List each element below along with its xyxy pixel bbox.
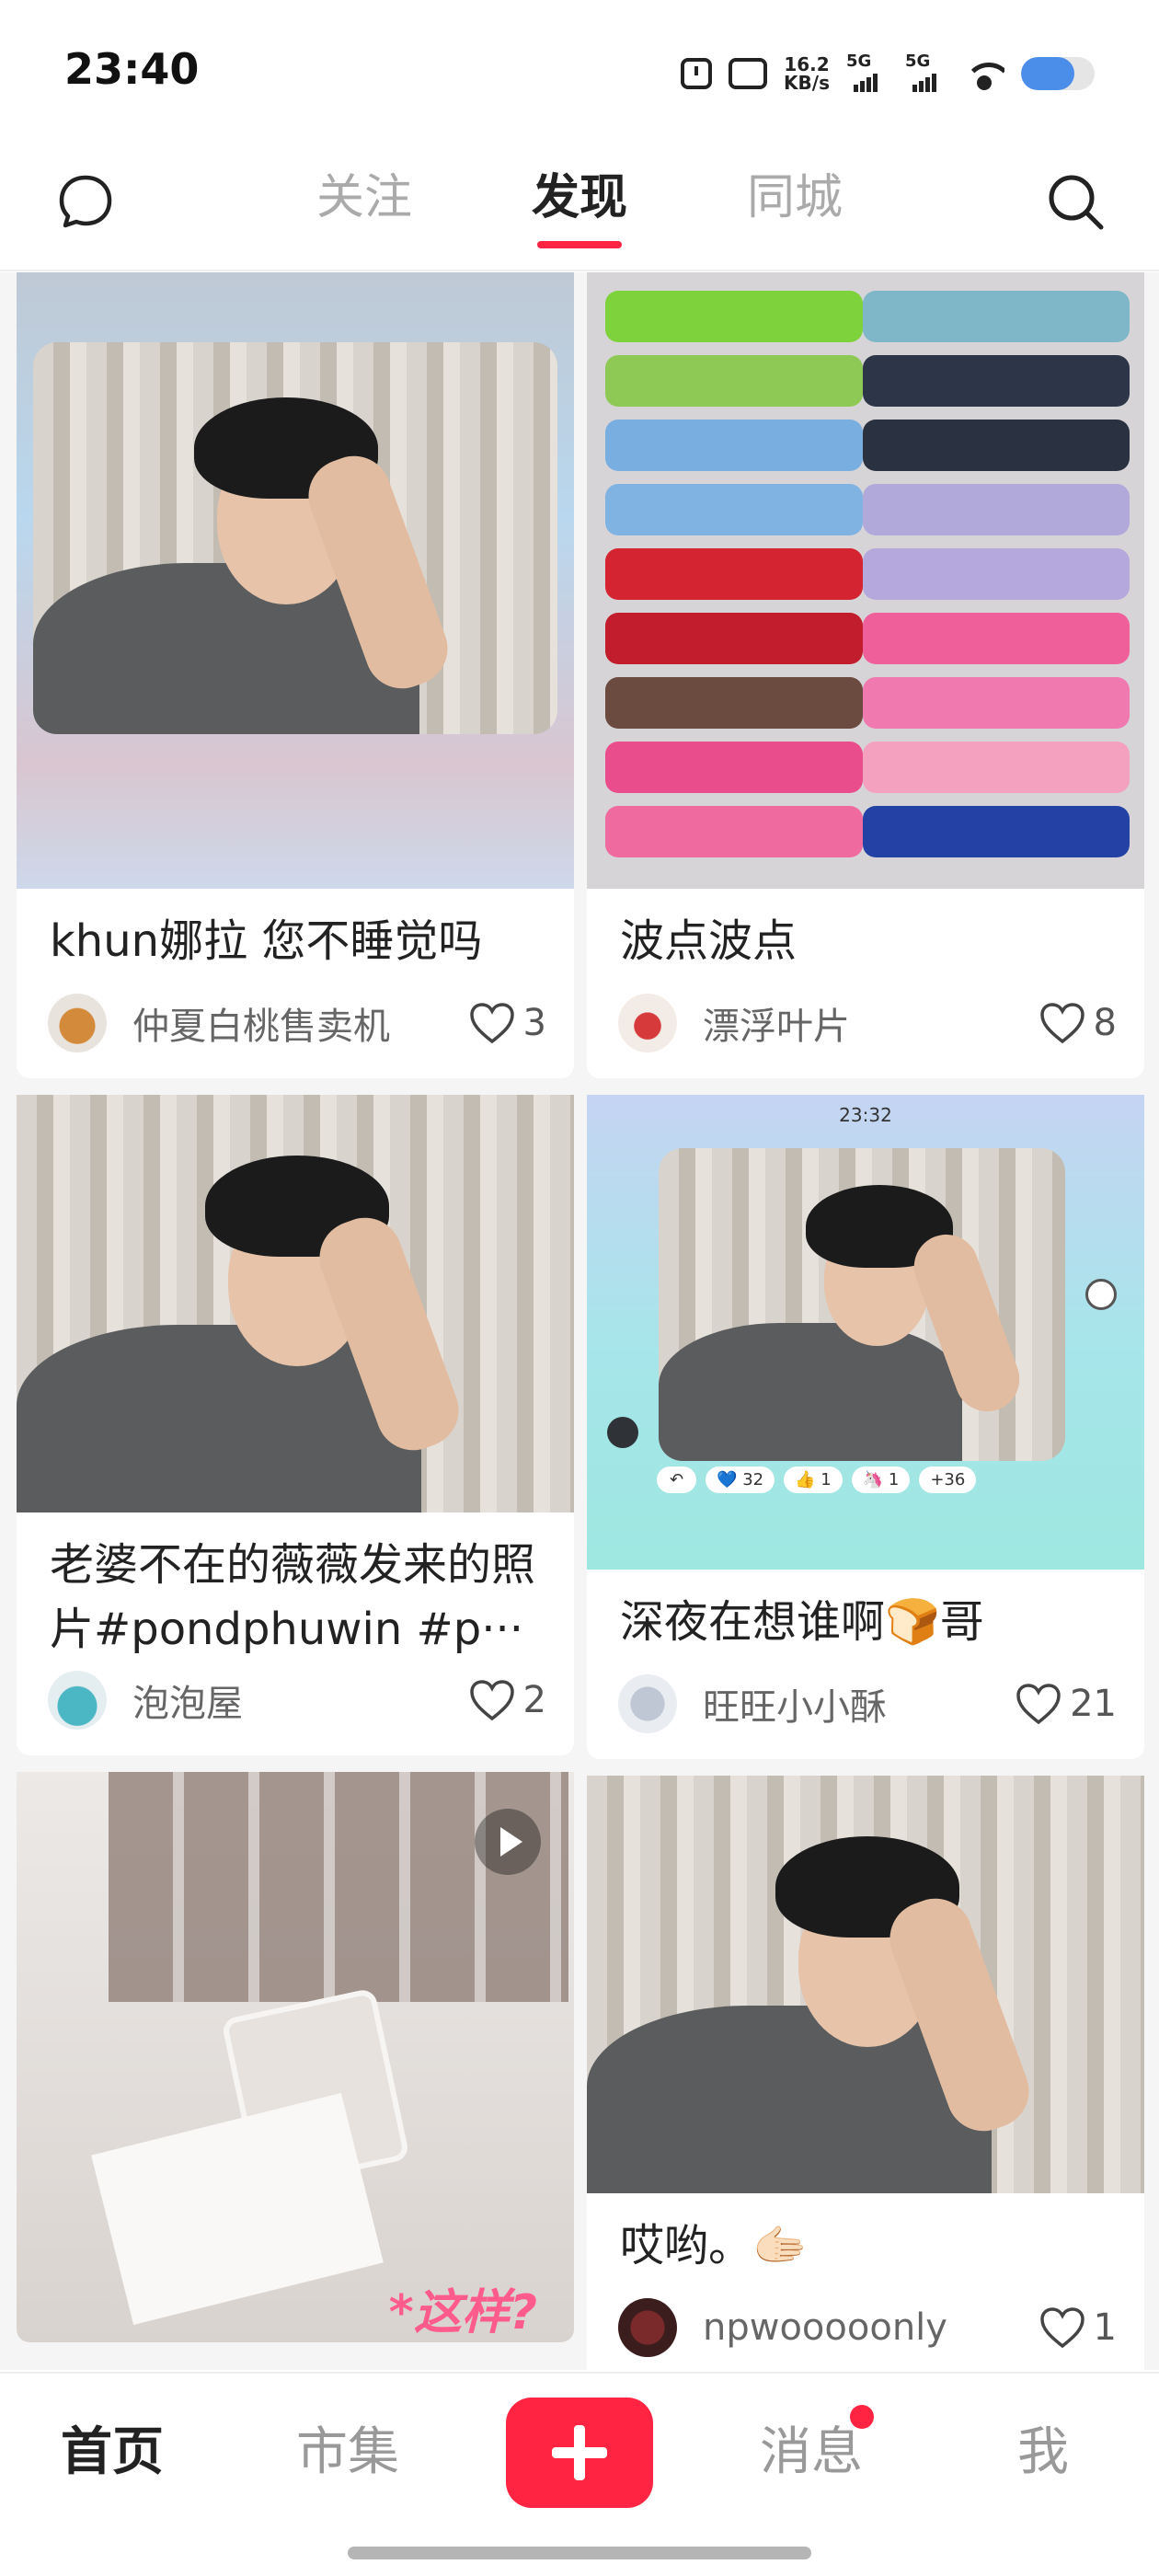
author-name[interactable]: 漂浮叶片 — [703, 996, 1039, 1050]
photo-frame — [33, 342, 557, 734]
signal-sim2-icon: 5G — [905, 52, 947, 92]
feed[interactable]: khun娜拉 您不睡觉吗 仲夏白桃售卖机 3 老婆不在的薇薇发来的照片#pond… — [0, 272, 1159, 2370]
reaction-chip: 👍 1 — [784, 1466, 843, 1493]
heart-icon — [469, 1003, 514, 1044]
like-button[interactable]: 21 — [1015, 1682, 1117, 1726]
note-cover-image — [587, 272, 1144, 889]
note-meta: 漂浮叶片 8 — [587, 983, 1144, 1078]
sender-avatar — [607, 1417, 638, 1448]
reaction-chip: 💙 32 — [706, 1466, 775, 1493]
note-card[interactable]: 老婆不在的薇薇发来的照片#pondphuwin #p··· 泡泡屋 2 — [17, 1095, 574, 1755]
note-title: 波点波点 — [620, 915, 798, 967]
author-name[interactable]: 旺旺小小酥 — [703, 1677, 1015, 1731]
tab-discover[interactable]: 发现 — [532, 166, 627, 248]
bottom-nav: 首页 市集 消息 我 — [0, 2372, 1159, 2576]
heart-icon — [469, 1680, 514, 1721]
status-time: 23:40 — [64, 44, 200, 94]
note-meta: npwooooonly 1 — [587, 2287, 1144, 2370]
note-title: 哎哟。🫱🏻 — [620, 2220, 808, 2271]
like-count: 1 — [1093, 2306, 1117, 2349]
nav-me[interactable]: 我 — [1017, 2410, 1069, 2485]
avatar[interactable] — [618, 1674, 677, 1733]
note-cover-image — [17, 272, 574, 889]
like-count: 21 — [1070, 1683, 1117, 1725]
author-name[interactable]: 仲夏白桃售卖机 — [132, 996, 468, 1050]
avatar[interactable] — [618, 2298, 677, 2357]
home-indicator[interactable] — [348, 2547, 811, 2559]
feed-column-right: 波点波点 漂浮叶片 8 23:32 ↶ 💙 32 👍 1 🦄 1 +36 深夜在… — [587, 272, 1144, 2370]
add-reaction-icon — [1085, 1279, 1117, 1310]
like-button[interactable]: 1 — [1039, 2306, 1117, 2350]
like-button[interactable]: 8 — [1039, 1001, 1117, 1045]
note-cover-image — [587, 1776, 1144, 2193]
note-card[interactable]: khun娜拉 您不睡觉吗 仲夏白桃售卖机 3 — [17, 272, 574, 1078]
top-nav: 关注 发现 同城 — [0, 138, 1159, 271]
note-meta: 仲夏白桃售卖机 3 — [17, 983, 574, 1078]
tab-follow[interactable]: 关注 — [316, 166, 412, 248]
like-count: 3 — [522, 1002, 546, 1044]
heart-icon — [1039, 2307, 1084, 2349]
video-play-icon — [475, 1809, 541, 1875]
note-meta: 旺旺小小酥 21 — [587, 1663, 1144, 1759]
like-button[interactable]: 2 — [468, 1678, 546, 1722]
feed-tabs: 关注 发现 同城 — [0, 166, 1159, 248]
avatar[interactable] — [48, 1671, 107, 1730]
note-title: 老婆不在的薇薇发来的照片#pondphuwin #p··· — [50, 1539, 536, 1655]
heart-icon — [1039, 1003, 1084, 1044]
status-icons: 16.2 KB/s 5G 5G — [681, 46, 1095, 101]
photo-frame — [659, 1148, 1065, 1461]
unread-badge — [850, 2405, 874, 2429]
reaction-chip: 🦄 1 — [851, 1466, 911, 1493]
reply-icon: ↶ — [657, 1466, 697, 1493]
heart-icon — [1016, 1684, 1061, 1725]
add-post-button[interactable] — [506, 2398, 653, 2508]
feed-column-left: khun娜拉 您不睡觉吗 仲夏白桃售卖机 3 老婆不在的薇薇发来的照片#pond… — [17, 272, 574, 2359]
search-icon[interactable] — [1045, 171, 1106, 232]
alarm-icon — [681, 58, 713, 89]
net-speed: 16.2 KB/s — [784, 53, 830, 94]
note-meta: 泡泡屋 2 — [17, 1660, 574, 1755]
note-card[interactable]: 波点波点 漂浮叶片 8 — [587, 272, 1144, 1078]
avatar[interactable] — [618, 994, 677, 1052]
nav-home[interactable]: 首页 — [61, 2410, 164, 2485]
nfc-icon — [729, 58, 768, 89]
note-cover-image: *这样? — [17, 1772, 574, 2342]
like-count: 2 — [522, 1679, 546, 1721]
reaction-bar: ↶ 💙 32 👍 1 🦄 1 +36 — [657, 1466, 977, 1493]
signal-sim1-icon: 5G — [846, 52, 889, 92]
note-cover-image: 23:32 ↶ 💙 32 👍 1 🦄 1 +36 — [587, 1095, 1144, 1570]
avatar[interactable] — [48, 994, 107, 1052]
tab-local[interactable]: 同城 — [747, 166, 843, 248]
nav-market[interactable]: 市集 — [296, 2410, 399, 2485]
cover-overlay-text: *这样? — [388, 2285, 537, 2340]
note-title: khun娜拉 您不睡觉吗 — [50, 915, 483, 967]
wifi-icon — [964, 57, 1004, 90]
note-card[interactable]: 23:32 ↶ 💙 32 👍 1 🦄 1 +36 深夜在想谁啊🍞哥 旺旺小小酥 … — [587, 1095, 1144, 1759]
note-card[interactable]: 哎哟。🫱🏻 npwooooonly 1 — [587, 1776, 1144, 2370]
author-name[interactable]: npwooooonly — [703, 2306, 1039, 2349]
nav-messages[interactable]: 消息 — [760, 2410, 863, 2485]
author-name[interactable]: 泡泡屋 — [132, 1673, 468, 1727]
note-title: 深夜在想谁啊🍞哥 — [620, 1596, 984, 1648]
battery-icon — [1021, 57, 1095, 90]
note-cover-image — [17, 1095, 574, 1512]
note-card[interactable]: *这样? — [17, 1772, 574, 2342]
status-bar: 23:40 16.2 KB/s 5G 5G — [0, 0, 1159, 138]
like-button[interactable]: 3 — [468, 1001, 546, 1045]
inner-screenshot-time: 23:32 — [839, 1104, 892, 1126]
like-count: 8 — [1093, 1002, 1117, 1044]
reaction-chip: +36 — [919, 1466, 977, 1493]
